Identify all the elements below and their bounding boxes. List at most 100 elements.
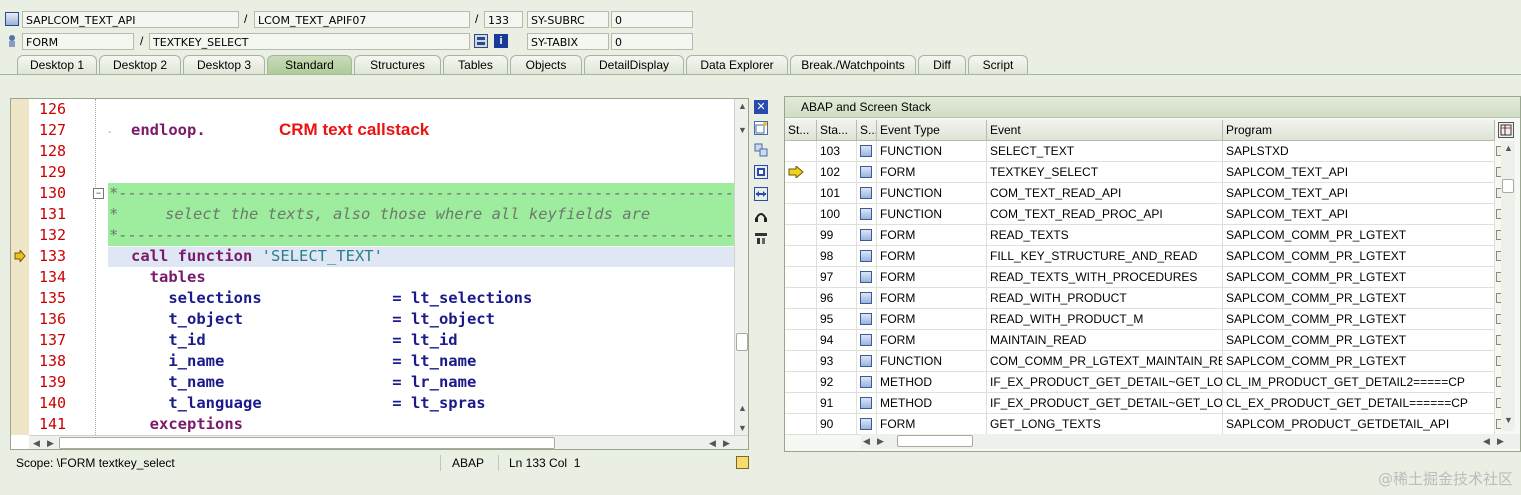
tab-desktop-2[interactable]: Desktop 2	[99, 55, 181, 74]
source-code-icon[interactable]	[860, 418, 872, 430]
stack-source-cell[interactable]	[857, 330, 877, 351]
code-line[interactable]: tables	[131, 268, 206, 286]
program-field[interactable]: SAPLCOM_TEXT_API	[22, 11, 239, 28]
source-code-icon[interactable]	[860, 355, 872, 367]
stack-source-cell[interactable]	[857, 414, 877, 435]
tab-desktop-3[interactable]: Desktop 3	[183, 55, 265, 74]
scroll-up-icon[interactable]: ▲	[1504, 143, 1513, 153]
stack-event-cell[interactable]: COM_TEXT_READ_API	[987, 183, 1223, 204]
line-field[interactable]: 133	[484, 11, 523, 28]
scroll-thumb[interactable]	[59, 437, 555, 449]
stack-event-cell[interactable]: READ_TEXTS_WITH_PROCEDURES	[987, 267, 1223, 288]
source-code-icon[interactable]	[860, 250, 872, 262]
column-header[interactable]: Sta...	[817, 120, 857, 141]
code-line[interactable]: *---------------------------------------…	[109, 184, 734, 202]
tab-diff[interactable]: Diff	[918, 55, 966, 74]
stack-event-cell[interactable]: READ_TEXTS	[987, 225, 1223, 246]
stack-source-cell[interactable]	[857, 372, 877, 393]
stack-horizontal-scrollbar[interactable]: ◀ ▶ ◀ ▶	[861, 434, 1520, 449]
source-code-icon[interactable]	[860, 313, 872, 325]
scroll-thumb[interactable]	[736, 333, 748, 351]
new-tool-icon[interactable]	[754, 121, 768, 135]
scroll-thumb[interactable]	[1502, 179, 1514, 193]
code-line[interactable]: * select the texts, also those where all…	[109, 205, 650, 223]
code-line[interactable]: selections = lt_selections	[131, 289, 532, 307]
close-icon[interactable]: ✕	[754, 100, 768, 114]
tab-script[interactable]: Script	[968, 55, 1028, 74]
tab-tables[interactable]: Tables	[443, 55, 508, 74]
editor-horizontal-scrollbar[interactable]: ◀ ▶ ◀ ▶	[29, 435, 748, 449]
swap-tool-icon[interactable]	[754, 143, 768, 157]
scroll-down-icon[interactable]: ▲	[738, 403, 747, 413]
scroll-left-icon[interactable]: ◀	[33, 438, 40, 448]
stack-event-cell[interactable]: IF_EX_PRODUCT_GET_DETAIL~GET_LO...	[987, 393, 1223, 414]
maximize-icon[interactable]	[754, 165, 768, 179]
scroll-right-icon[interactable]: ▶	[47, 438, 54, 448]
source-code-icon[interactable]	[860, 187, 872, 199]
stack-vertical-scrollbar[interactable]: ▲ ▼	[1501, 141, 1515, 431]
source-code-icon[interactable]	[860, 145, 872, 157]
code-line[interactable]: call function 'SELECT_TEXT'	[131, 247, 383, 265]
column-header[interactable]: Event	[987, 120, 1223, 141]
column-header[interactable]: Event Type	[877, 120, 987, 141]
event-name-field[interactable]: TEXTKEY_SELECT	[149, 33, 470, 50]
code-line[interactable]: i_name = lt_name	[131, 352, 476, 370]
event-type-field[interactable]: FORM	[22, 33, 134, 50]
stack-source-cell[interactable]	[857, 351, 877, 372]
display-object-icon[interactable]	[474, 34, 488, 48]
info-icon[interactable]: i	[494, 34, 508, 48]
tab-structures[interactable]: Structures	[354, 55, 441, 74]
stack-program-cell[interactable]: CL_EX_PRODUCT_GET_DETAIL======CP	[1223, 393, 1495, 414]
scroll-down-icon[interactable]: ▼	[738, 423, 747, 433]
column-header[interactable]: St...	[785, 120, 817, 141]
collapse-toggle[interactable]: −	[93, 188, 104, 199]
stack-source-cell[interactable]	[857, 288, 877, 309]
sy-variable-name-2[interactable]: SY-TABIX	[527, 33, 609, 50]
tab-data-explorer[interactable]: Data Explorer	[686, 55, 788, 74]
stack-event-cell[interactable]: READ_WITH_PRODUCT_M	[987, 309, 1223, 330]
settings-icon[interactable]	[754, 231, 768, 245]
stack-event-cell[interactable]: SELECT_TEXT	[987, 141, 1223, 162]
code-line[interactable]: t_name = lr_name	[131, 373, 476, 391]
scroll-down-icon[interactable]: ▼	[1504, 415, 1513, 425]
stack-event-cell[interactable]: COM_TEXT_READ_PROC_API	[987, 204, 1223, 225]
tab-standard[interactable]: Standard	[267, 55, 352, 74]
stack-program-cell[interactable]: SAPLCOM_COMM_PR_LGTEXT	[1223, 351, 1495, 372]
source-code-icon[interactable]	[860, 229, 872, 241]
stack-program-cell[interactable]: SAPLCOM_COMM_PR_LGTEXT	[1223, 225, 1495, 246]
stack-event-cell[interactable]: TEXTKEY_SELECT	[987, 162, 1223, 183]
scroll-left-icon[interactable]: ◀	[709, 438, 716, 448]
note-icon[interactable]	[736, 456, 749, 469]
stack-program-cell[interactable]: SAPLSTXD	[1223, 141, 1495, 162]
code-line[interactable]: *---------------------------------------…	[109, 226, 734, 244]
stack-source-cell[interactable]	[857, 267, 877, 288]
scroll-left-icon[interactable]: ◀	[863, 436, 870, 446]
fit-width-icon[interactable]	[754, 187, 768, 201]
stack-event-cell[interactable]: IF_EX_PRODUCT_GET_DETAIL~GET_LO...	[987, 372, 1223, 393]
tab-detaildisplay[interactable]: DetailDisplay	[584, 55, 684, 74]
breakpoint-gutter[interactable]	[11, 99, 29, 435]
code-line[interactable]: t_id = lt_id	[131, 331, 457, 349]
stack-program-cell[interactable]: SAPLCOM_PRODUCT_GETDETAIL_API	[1223, 414, 1495, 435]
stack-program-cell[interactable]: SAPLCOM_COMM_PR_LGTEXT	[1223, 309, 1495, 330]
source-code-icon[interactable]	[860, 271, 872, 283]
scroll-thumb[interactable]	[897, 435, 973, 447]
stack-source-cell[interactable]	[857, 204, 877, 225]
editor-vertical-scrollbar[interactable]: ▲ ▼ ▲ ▼	[734, 99, 748, 435]
sy-variable-value-2[interactable]: 0	[611, 33, 693, 50]
stack-source-cell[interactable]	[857, 309, 877, 330]
stack-source-cell[interactable]	[857, 183, 877, 204]
stack-source-cell[interactable]	[857, 246, 877, 267]
stack-source-cell[interactable]	[857, 162, 877, 183]
source-code-icon[interactable]	[860, 208, 872, 220]
scroll-right-icon[interactable]: ▶	[1497, 436, 1504, 446]
code-line[interactable]: endloop.	[131, 121, 206, 139]
stack-program-cell[interactable]: SAPLCOM_COMM_PR_LGTEXT	[1223, 288, 1495, 309]
source-code-icon[interactable]	[860, 292, 872, 304]
stack-program-cell[interactable]: SAPLCOM_COMM_PR_LGTEXT	[1223, 246, 1495, 267]
stack-program-cell[interactable]: SAPLCOM_TEXT_API	[1223, 162, 1495, 183]
stack-event-cell[interactable]: MAINTAIN_READ	[987, 330, 1223, 351]
code-line[interactable]: t_language = lt_spras	[131, 394, 485, 412]
scroll-up-icon[interactable]: ▲	[738, 101, 747, 111]
code-line[interactable]: exceptions	[131, 415, 243, 433]
